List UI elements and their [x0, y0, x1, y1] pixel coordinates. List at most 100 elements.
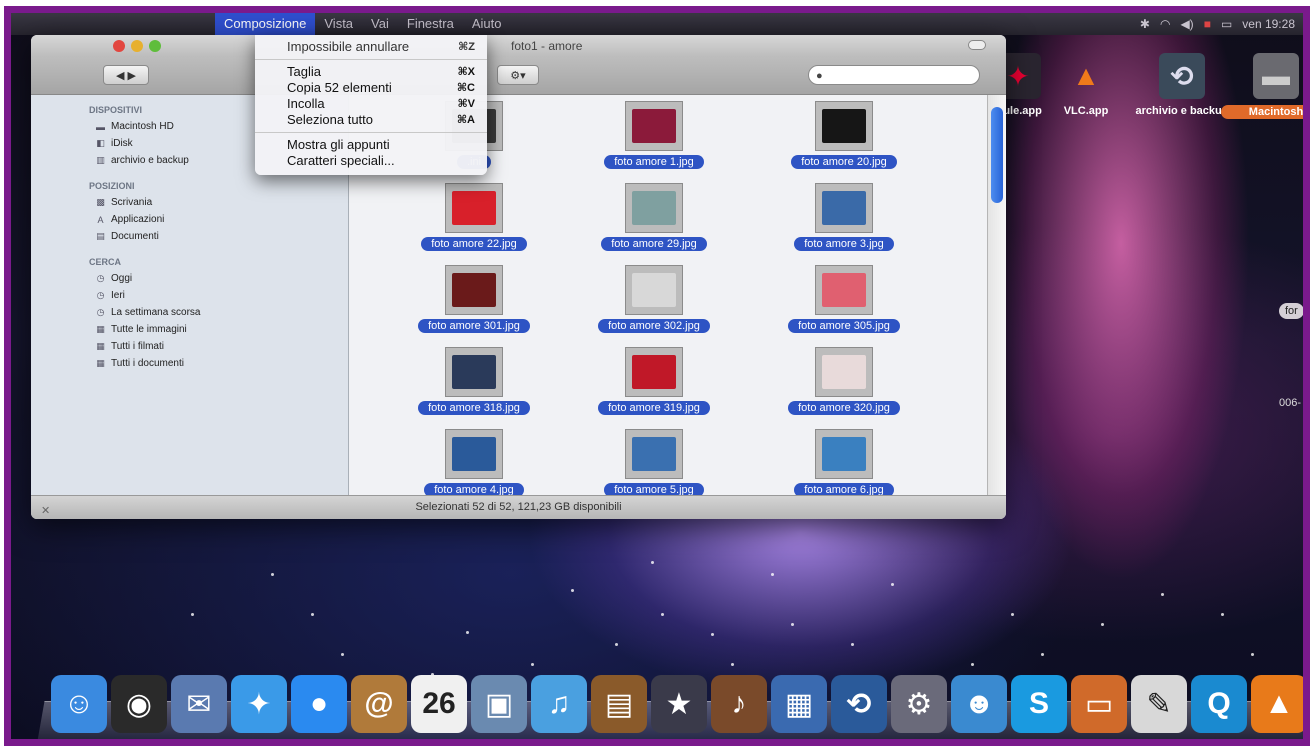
toolbar-toggle-button[interactable]: [968, 40, 986, 50]
menu-vista[interactable]: Vista: [315, 13, 362, 35]
search-icon: ●: [816, 70, 823, 82]
minimize-button[interactable]: [131, 40, 143, 52]
sidebar-item[interactable]: ▦ Tutti i documenti: [31, 355, 348, 372]
iphoto-dock-icon[interactable]: ▣: [471, 675, 527, 733]
menu-item[interactable]: Impossibile annullare ⌘Z: [255, 39, 487, 55]
sidebar-item[interactable]: A Applicazioni: [31, 211, 348, 228]
sidebar-item[interactable]: ◷ Ieri: [31, 287, 348, 304]
flag-icon[interactable]: ■: [1204, 17, 1211, 31]
window-titlebar[interactable]: foto1 - amore: [31, 35, 1006, 57]
menu-item[interactable]: Caratteri speciali...: [255, 153, 487, 169]
file-item[interactable]: foto amore 319.jpg: [559, 347, 749, 416]
file-item[interactable]: foto amore 6.jpg: [749, 429, 939, 498]
menu-finestra[interactable]: Finestra: [398, 13, 463, 35]
menu-item[interactable]: Copia 52 elementi ⌘C: [255, 80, 487, 96]
time-machine-dock-icon[interactable]: ⟲: [831, 675, 887, 733]
sidebar-item[interactable]: ◷ Oggi: [31, 270, 348, 287]
sidebar-item-label: Macintosh HD: [111, 121, 174, 132]
zoom-button[interactable]: [149, 40, 161, 52]
menu-item-label: Mostra gli appunti: [287, 137, 390, 152]
battery-icon[interactable]: ▭: [1221, 17, 1232, 31]
file-item[interactable]: foto amore 22.jpg: [379, 183, 569, 252]
back-forward-buttons[interactable]: ◀ ▶: [103, 65, 149, 85]
sidebar-section-header[interactable]: POSIZIONI: [31, 177, 348, 194]
file-name-label: foto amore 302.jpg: [598, 319, 710, 333]
menu-item[interactable]: Mostra gli appunti: [255, 137, 487, 153]
status-bar: ✕ Selezionati 52 di 52, 121,23 GB dispon…: [31, 495, 1006, 519]
file-item[interactable]: foto amore 302.jpg: [559, 265, 749, 334]
desktop-label-fragment[interactable]: 006-: [1273, 395, 1303, 411]
desktop-icon-vlc[interactable]: ▲ VLC.app: [1031, 53, 1141, 117]
apple-menu[interactable]: [11, 13, 29, 35]
file-item[interactable]: foto amore 1.jpg: [559, 101, 749, 170]
menu-item[interactable]: Taglia ⌘X: [255, 64, 487, 80]
window-title: foto1 - amore: [511, 39, 583, 53]
desktop-label-fragment[interactable]: for: [1279, 303, 1303, 319]
file-item[interactable]: foto amore 318.jpg: [379, 347, 569, 416]
thumbnail-image: [452, 191, 496, 225]
textedit-dock-icon[interactable]: ✎: [1131, 675, 1187, 733]
file-item[interactable]: foto amore 4.jpg: [379, 429, 569, 498]
idisk-icon: ◧: [96, 138, 105, 148]
wifi-icon[interactable]: ◠: [1160, 17, 1170, 31]
file-item[interactable]: foto amore 5.jpg: [559, 429, 749, 498]
dashboard-dock-icon[interactable]: ◉: [111, 675, 167, 733]
spaces-dock-icon[interactable]: ▦: [771, 675, 827, 733]
volume-icon[interactable]: ◀): [1180, 17, 1193, 31]
thumbnail-image: [822, 437, 866, 471]
ichat-dock-icon[interactable]: ●: [291, 675, 347, 733]
garageband-dock-icon[interactable]: ♪: [711, 675, 767, 733]
menu-vai[interactable]: Vai: [362, 13, 398, 35]
imovie-dock-icon[interactable]: ★: [651, 675, 707, 733]
clock-text[interactable]: ven 19:28: [1242, 17, 1295, 31]
quicktime-dock-icon[interactable]: Q: [1191, 675, 1247, 733]
itunes-dock-icon[interactable]: ♫: [531, 675, 587, 733]
sidebar-item[interactable]: ▩ Scrivania: [31, 194, 348, 211]
bluetooth-icon[interactable]: ✱: [1140, 17, 1150, 31]
desktop-icon-macintosh[interactable]: ▬ Macintosh: [1221, 53, 1303, 119]
vlc-dock-icon[interactable]: ▲: [1251, 675, 1303, 733]
sidebar-item[interactable]: ▦ Tutti i filmati: [31, 338, 348, 355]
file-item[interactable]: foto amore 20.jpg: [749, 101, 939, 170]
file-item[interactable]: foto amore 305.jpg: [749, 265, 939, 334]
file-name-label: foto amore 1.jpg: [604, 155, 704, 169]
file-thumbnail: [815, 265, 873, 315]
thumbnail-image: [632, 355, 676, 389]
file-item[interactable]: foto amore 3.jpg: [749, 183, 939, 252]
sidebar-item[interactable]: ▦ Tutte le immagini: [31, 321, 348, 338]
sidebar-item[interactable]: ◷ La settimana scorsa: [31, 304, 348, 321]
preview-dock-icon[interactable]: ▤: [591, 675, 647, 733]
menu-composizione[interactable]: Composizione: [215, 13, 316, 35]
star-dot: [1101, 623, 1104, 626]
file-thumbnail: [815, 183, 873, 233]
finder-dock-icon[interactable]: ☺: [51, 675, 107, 733]
finder-window: foto1 - amore ◀ ▶ ⚙▾ ● DISPOSITIVI ▬ Macin…: [31, 35, 1006, 519]
safari-dock-icon[interactable]: ✦: [231, 675, 287, 733]
menu-item[interactable]: Incolla ⌘V: [255, 96, 487, 112]
messenger-dock-icon[interactable]: ☻: [951, 675, 1007, 733]
ical-dock-icon[interactable]: 26: [411, 675, 467, 733]
status-text: Selezionati 52 di 52, 121,23 GB disponib…: [415, 501, 622, 513]
file-item[interactable]: foto amore 320.jpg: [749, 347, 939, 416]
scrollbar-thumb[interactable]: [991, 107, 1003, 203]
vertical-scrollbar[interactable]: [987, 95, 1006, 495]
menu-item[interactable]: Seleziona tutto ⌘A: [255, 112, 487, 128]
menu-app[interactable]: [29, 13, 47, 35]
file-item[interactable]: foto amore 301.jpg: [379, 265, 569, 334]
sidebar-resize-icon[interactable]: ✕: [41, 500, 50, 519]
menu-archivio[interactable]: [47, 13, 65, 35]
search-field[interactable]: ●: [808, 65, 980, 85]
file-thumbnail: [815, 101, 873, 151]
sidebar-item[interactable]: ▤ Documenti: [31, 228, 348, 245]
system-preferences-dock-icon[interactable]: ⚙: [891, 675, 947, 733]
mail-dock-icon[interactable]: ✉: [171, 675, 227, 733]
file-item[interactable]: foto amore 29.jpg: [559, 183, 749, 252]
address-book-dock-icon[interactable]: @: [351, 675, 407, 733]
sidebar-section-header[interactable]: CERCA: [31, 253, 348, 270]
close-button[interactable]: [113, 40, 125, 52]
clock-icon: ◷: [96, 273, 105, 283]
skype-dock-icon[interactable]: S: [1011, 675, 1067, 733]
keynote-dock-icon[interactable]: ▭: [1071, 675, 1127, 733]
menu-aiuto[interactable]: Aiuto: [463, 13, 511, 35]
action-gear-button[interactable]: ⚙▾: [497, 65, 539, 85]
